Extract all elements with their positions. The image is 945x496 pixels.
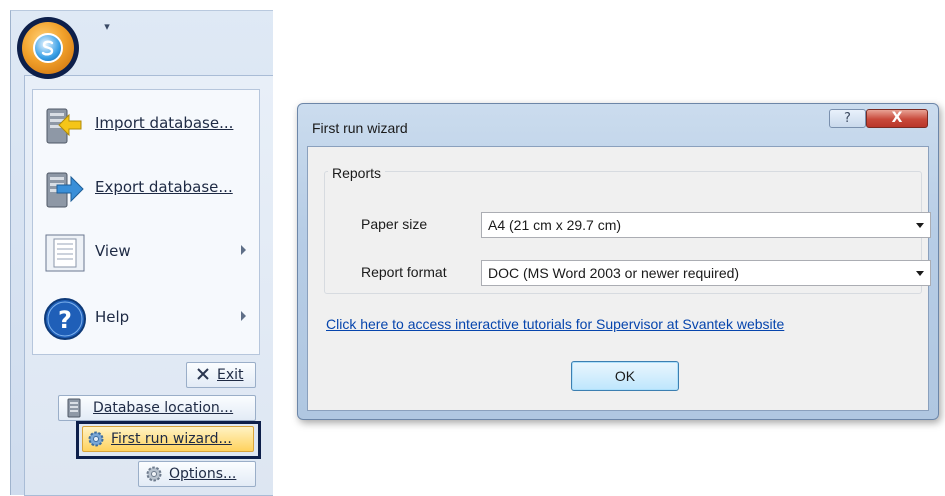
application-menu-items: Import database... Export database... Vi… bbox=[32, 89, 260, 355]
close-icon: X bbox=[891, 110, 903, 126]
help-button[interactable]: ? bbox=[829, 109, 866, 128]
paper-size-dropdown[interactable]: A4 (21 cm x 29.7 cm) bbox=[481, 212, 931, 238]
first-run-wizard-dialog: First run wizard ? X Paper size A4 (21 c… bbox=[297, 103, 939, 420]
export-database-icon bbox=[41, 165, 89, 213]
menu-item-label: Import database... bbox=[95, 114, 234, 132]
application-button[interactable] bbox=[17, 17, 79, 79]
menu-item-label: Help bbox=[95, 308, 130, 326]
tutorials-link[interactable]: Click here to access interactive tutoria… bbox=[326, 316, 784, 332]
menu-item-import-database[interactable]: Import database... bbox=[39, 98, 253, 152]
dialog-title: First run wizard bbox=[312, 120, 408, 136]
exit-button[interactable]: Exit bbox=[186, 362, 256, 388]
options-label: Options... bbox=[169, 466, 237, 482]
reports-group: Paper size A4 (21 cm x 29.7 cm) Report f… bbox=[324, 171, 931, 294]
menu-item-label: Export database... bbox=[95, 178, 233, 196]
paper-size-value: A4 (21 cm x 29.7 cm) bbox=[488, 217, 622, 233]
report-format-value: DOC (MS Word 2003 or newer required) bbox=[488, 265, 740, 281]
paper-size-label: Paper size bbox=[361, 216, 428, 232]
help-icon: ? bbox=[41, 295, 89, 343]
application-orb bbox=[22, 22, 74, 74]
submenu-arrow-icon bbox=[241, 245, 246, 255]
menu-item-view[interactable]: View bbox=[39, 226, 253, 280]
database-server-icon bbox=[67, 398, 81, 422]
quick-access-toolbar-dropdown[interactable]: ▾ bbox=[100, 21, 114, 32]
close-x-icon bbox=[195, 366, 211, 386]
first-run-wizard-highlight-box bbox=[76, 421, 261, 459]
import-database-icon bbox=[41, 101, 89, 149]
menu-item-help[interactable]: ? Help bbox=[39, 292, 253, 346]
dialog-body: Paper size A4 (21 cm x 29.7 cm) Report f… bbox=[307, 146, 931, 411]
database-location-label: Database location... bbox=[93, 400, 234, 416]
svg-text:?: ? bbox=[58, 306, 72, 334]
ok-button[interactable]: OK bbox=[571, 361, 679, 391]
close-button[interactable]: X bbox=[866, 109, 928, 128]
question-mark-icon: ? bbox=[844, 111, 851, 126]
menu-item-label: View bbox=[95, 242, 131, 260]
menu-item-export-database[interactable]: Export database... bbox=[39, 162, 253, 216]
submenu-arrow-icon bbox=[241, 311, 246, 321]
svantek-logo-icon bbox=[33, 33, 63, 63]
exit-label: Exit bbox=[217, 367, 244, 383]
settings-gear-icon bbox=[145, 465, 163, 487]
application-menu-window: ▾ Import database... Export database... … bbox=[0, 0, 273, 496]
reports-group-title: Reports bbox=[328, 165, 386, 181]
chevron-down-icon bbox=[916, 271, 924, 276]
view-icon bbox=[41, 229, 89, 277]
report-format-label: Report format bbox=[361, 264, 447, 280]
chevron-down-icon bbox=[916, 223, 924, 228]
options-button[interactable]: Options... bbox=[138, 461, 256, 487]
report-format-dropdown[interactable]: DOC (MS Word 2003 or newer required) bbox=[481, 260, 931, 286]
database-location-button[interactable]: Database location... bbox=[58, 395, 256, 421]
